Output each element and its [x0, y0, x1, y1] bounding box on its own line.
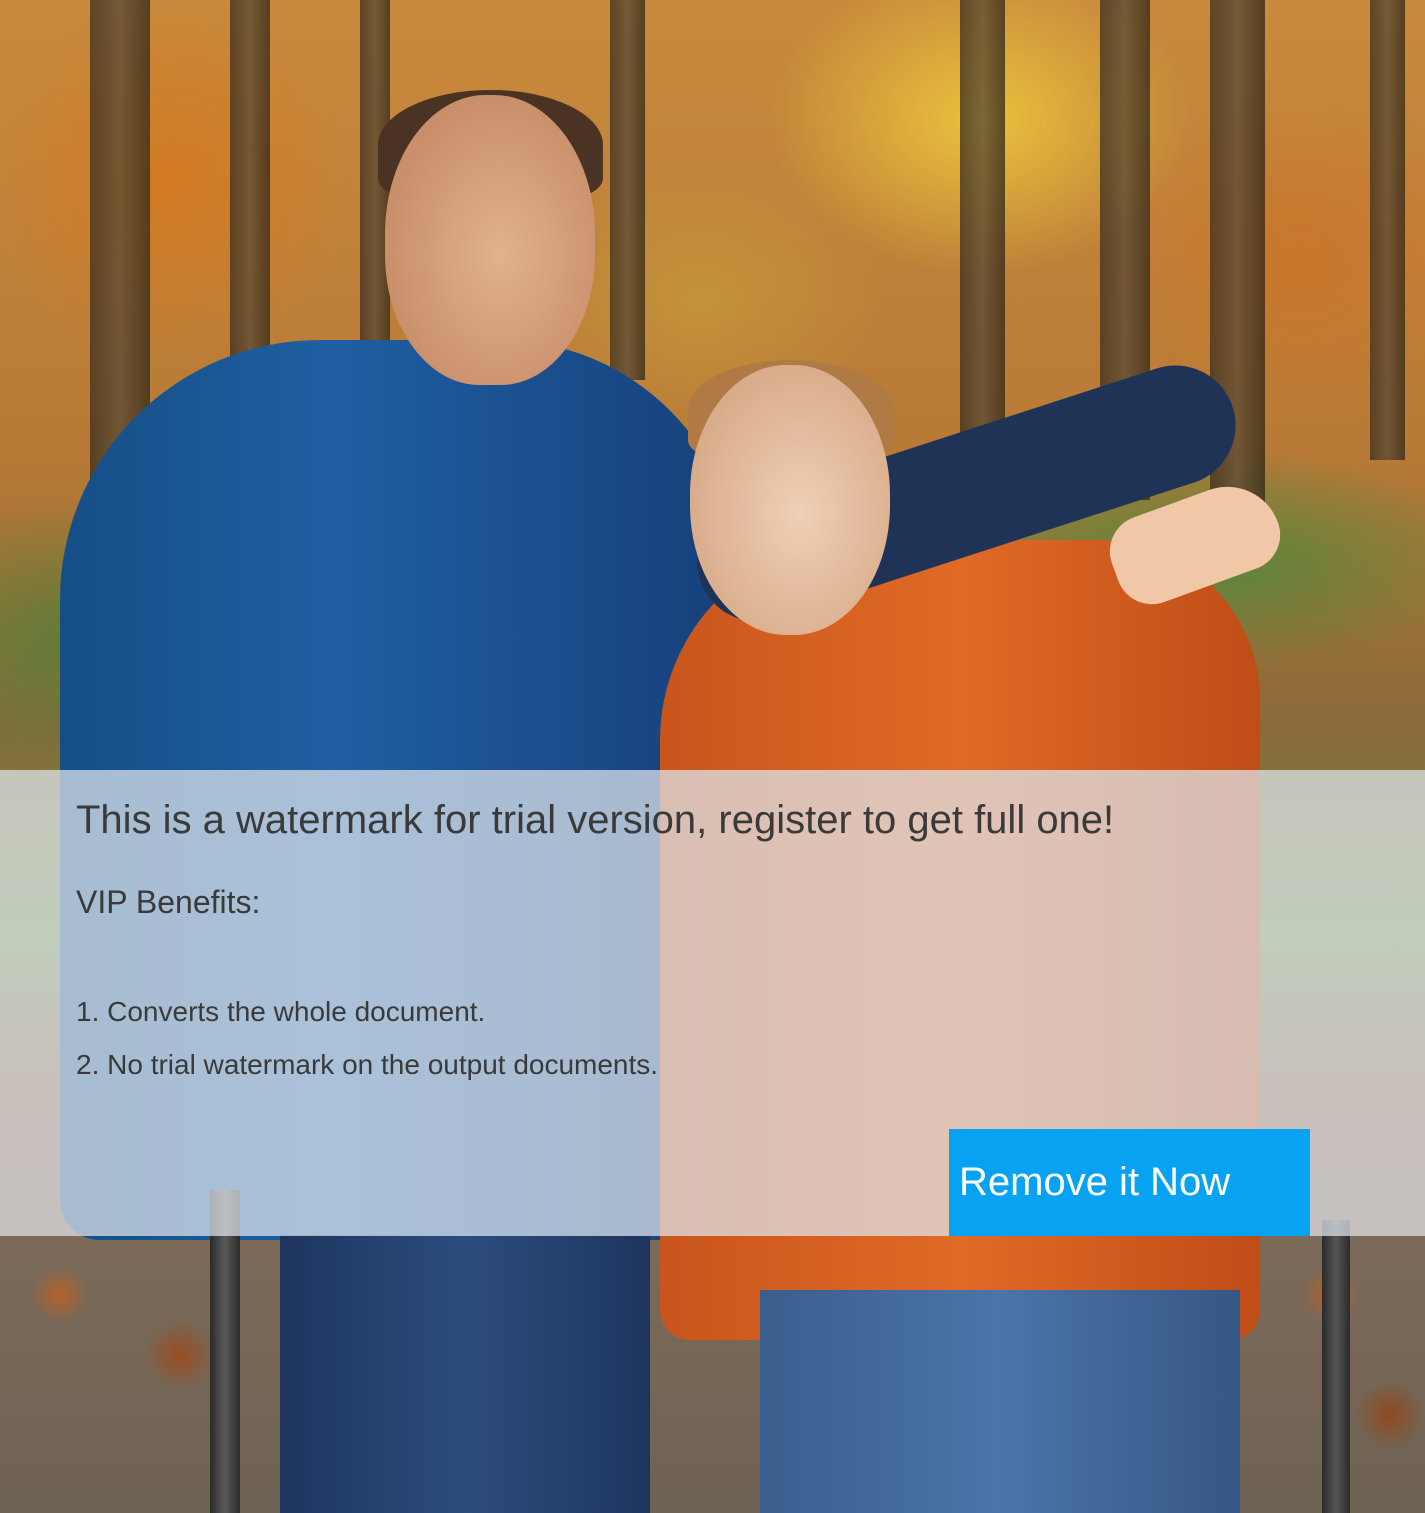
woman-face — [690, 365, 890, 635]
walking-pole — [210, 1190, 240, 1513]
vip-benefits-heading: VIP Benefits: — [76, 884, 261, 920]
tree-trunk — [960, 0, 1005, 470]
man-face — [385, 95, 595, 385]
tree-trunk — [1370, 0, 1405, 460]
man-jeans — [280, 1235, 650, 1513]
walking-pole — [1322, 1220, 1350, 1513]
woman-jeans — [760, 1290, 1240, 1513]
list-item: 1. Converts the whole document. — [76, 996, 486, 1027]
page: This is a watermark for trial version, r… — [0, 0, 1425, 1513]
remove-it-now-button[interactable]: Remove it Now — [949, 1129, 1310, 1236]
benefits-list: 1. Converts the whole document. 2. No tr… — [76, 993, 658, 1099]
watermark-title: This is a watermark for trial version, r… — [76, 798, 1115, 842]
tree-trunk — [610, 0, 645, 380]
list-item: 2. No trial watermark on the output docu… — [76, 1049, 659, 1080]
background-photo — [0, 0, 1425, 1513]
